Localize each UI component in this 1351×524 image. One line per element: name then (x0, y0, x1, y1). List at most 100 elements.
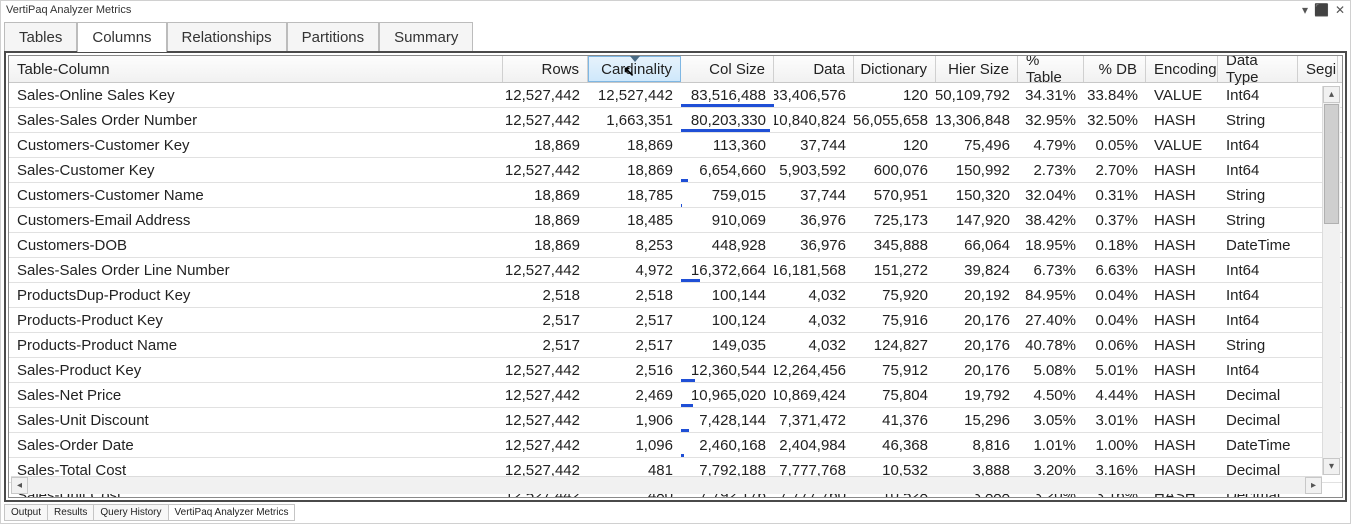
cell: 0.05% (1084, 133, 1146, 157)
cell: 37,744 (774, 183, 854, 207)
cell: 50,109,792 (936, 83, 1018, 107)
column-header-label: Cardinality (601, 61, 672, 78)
cell: 2,516 (588, 358, 681, 382)
horizontal-scrollbar[interactable]: ◂ ▸ (11, 476, 1322, 494)
table-row[interactable]: Customers-DOB18,8698,253448,92836,976345… (9, 233, 1342, 258)
scroll-left-button[interactable]: ◂ (11, 477, 28, 494)
cell: Decimal (1218, 408, 1298, 432)
table-row[interactable]: Sales-Customer Key12,527,44218,8696,654,… (9, 158, 1342, 183)
cell: 759,015 (681, 183, 774, 207)
bottom-tab-results[interactable]: Results (47, 504, 94, 521)
table-row[interactable]: ProductsDup-Product Key2,5182,518100,144… (9, 283, 1342, 308)
cell: Sales-Sales Order Line Number (9, 258, 503, 282)
cell: 12,527,442 (503, 358, 588, 382)
cell: HASH (1146, 258, 1218, 282)
cell: 13,306,848 (936, 108, 1018, 132)
table-row[interactable]: Products-Product Key2,5172,517100,1244,0… (9, 308, 1342, 333)
column-header-hier-size[interactable]: Hier Size (936, 56, 1018, 82)
cell: 150,992 (936, 158, 1018, 182)
scroll-down-button[interactable]: ▾ (1323, 458, 1340, 475)
panel-title: VertiPaq Analyzer Metrics (6, 4, 131, 16)
column-header-label: Table-Column (17, 61, 110, 78)
column-header-dictionary[interactable]: Dictionary (854, 56, 936, 82)
column-header-table-column[interactable]: Table-Column (9, 56, 503, 82)
cell: 149,035 (681, 333, 774, 357)
cell: 3.05% (1018, 408, 1084, 432)
cell: 0.06% (1084, 333, 1146, 357)
tab-columns[interactable]: Columns (77, 22, 166, 52)
table-row[interactable]: Customers-Customer Key18,86918,869113,36… (9, 133, 1342, 158)
cell: 32.04% (1018, 183, 1084, 207)
cell: HASH (1146, 358, 1218, 382)
bottom-tab-query-history[interactable]: Query History (93, 504, 168, 521)
cell: 37,744 (774, 133, 854, 157)
column-header-segi[interactable]: Segi (1298, 56, 1338, 82)
column-header-rows[interactable]: Rows (503, 56, 588, 82)
cell: 2,517 (503, 308, 588, 332)
cell: 345,888 (854, 233, 936, 257)
scroll-right-button[interactable]: ▸ (1305, 477, 1322, 494)
close-icon[interactable]: ✕ (1335, 3, 1345, 17)
databar (681, 454, 684, 457)
table-row[interactable]: Customers-Email Address18,86918,485910,0… (9, 208, 1342, 233)
bottom-tab-output[interactable]: Output (4, 504, 48, 521)
cell: 75,804 (854, 383, 936, 407)
table-row[interactable]: Sales-Order Date12,527,4421,0962,460,168… (9, 433, 1342, 458)
tab-tables[interactable]: Tables (4, 22, 77, 52)
bottom-tab-vertipaq-analyzer-metrics[interactable]: VertiPaq Analyzer Metrics (168, 504, 296, 521)
column-header-cardinality[interactable]: Cardinality↖ (588, 56, 681, 82)
tab-relationships[interactable]: Relationships (167, 22, 287, 52)
cell: 19,792 (936, 383, 1018, 407)
cell: 18,869 (503, 133, 588, 157)
scroll-up-button[interactable]: ▴ (1323, 86, 1340, 103)
column-header-label: Segi (1306, 61, 1336, 78)
tab-summary[interactable]: Summary (379, 22, 473, 52)
column-header-data[interactable]: Data (774, 56, 854, 82)
table-row[interactable]: Sales-Sales Order Line Number12,527,4424… (9, 258, 1342, 283)
table-row[interactable]: Sales-Sales Order Number12,527,4421,663,… (9, 108, 1342, 133)
cell: 83,516,488 (681, 83, 774, 107)
table-row[interactable]: Sales-Unit Discount12,527,4421,9067,428,… (9, 408, 1342, 433)
cell: 20,176 (936, 333, 1018, 357)
table-row[interactable]: Sales-Net Price12,527,4422,46910,965,020… (9, 383, 1342, 408)
data-grid: Table-Column RowsCardinality↖Col Size Data… (8, 55, 1343, 498)
table-row[interactable]: Customers-Customer Name18,86918,785759,0… (9, 183, 1342, 208)
column-header-label: % DB (1099, 61, 1137, 78)
cell: HASH (1146, 108, 1218, 132)
cell: 66,064 (936, 233, 1018, 257)
column-header-col-size[interactable]: Col Size (681, 56, 774, 82)
panel-vertipaq-metrics: VertiPaq Analyzer Metrics ▾ ⬛ ✕ TablesCo… (0, 0, 1351, 524)
column-header-data-type[interactable]: Data Type (1218, 56, 1298, 82)
window-menu-icon[interactable]: ▾ (1302, 3, 1308, 17)
column-header--db[interactable]: % DB (1084, 56, 1146, 82)
column-header-label: Hier Size (948, 61, 1009, 78)
column-header--table[interactable]: % Table (1018, 56, 1084, 82)
pin-icon[interactable]: ⬛ (1314, 3, 1329, 17)
cell: 124,827 (854, 333, 936, 357)
cell: 32.95% (1018, 108, 1084, 132)
cell: 38.42% (1018, 208, 1084, 232)
table-row[interactable]: Sales-Online Sales Key12,527,44212,527,4… (9, 83, 1342, 108)
cell: Products-Product Name (9, 333, 503, 357)
cell: 5.01% (1084, 358, 1146, 382)
cell: HASH (1146, 283, 1218, 307)
cell: Customers-Customer Name (9, 183, 503, 207)
cell: 12,527,442 (503, 383, 588, 407)
cell: 1.01% (1018, 433, 1084, 457)
cell: VALUE (1146, 83, 1218, 107)
table-row[interactable]: Sales-Product Key12,527,4422,51612,360,5… (9, 358, 1342, 383)
table-row[interactable]: Products-Product Name2,5172,517149,0354,… (9, 333, 1342, 358)
cell: 0.04% (1084, 283, 1146, 307)
cell: String (1218, 333, 1298, 357)
cell: DateTime (1218, 233, 1298, 257)
cell: 10,965,020 (681, 383, 774, 407)
cell: 120 (854, 133, 936, 157)
column-header-encoding[interactable]: Encoding (1146, 56, 1218, 82)
cell: 36,976 (774, 233, 854, 257)
cell: Products-Product Key (9, 308, 503, 332)
cell: Sales-Product Key (9, 358, 503, 382)
tab-partitions[interactable]: Partitions (287, 22, 380, 52)
column-header-label: Data (813, 61, 845, 78)
vertical-scroll-thumb[interactable] (1324, 104, 1339, 224)
vertical-scrollbar[interactable]: ▴ ▾ (1322, 86, 1340, 475)
